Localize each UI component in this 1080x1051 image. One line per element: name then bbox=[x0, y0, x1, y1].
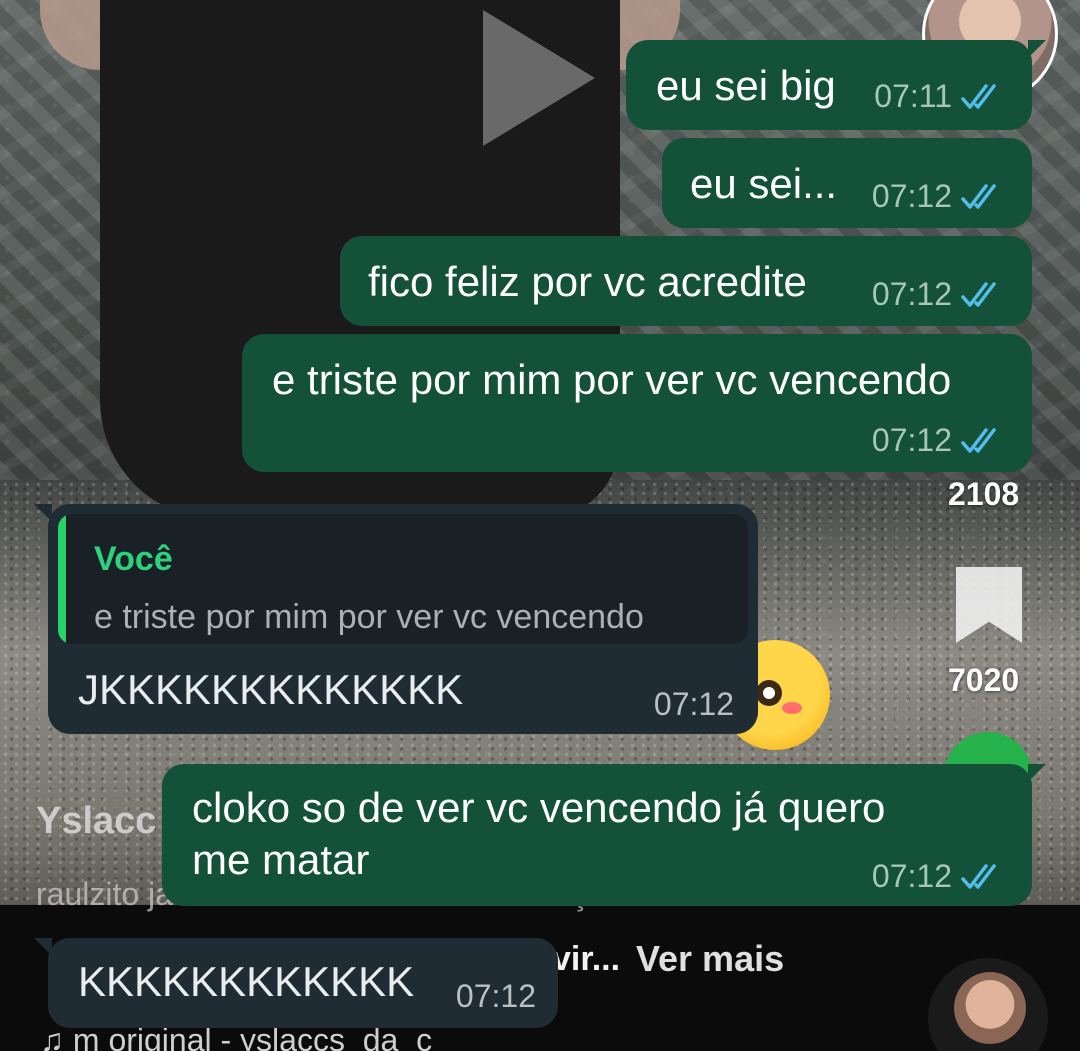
message-meta: 07:12 bbox=[456, 978, 536, 1015]
double-check-icon bbox=[961, 183, 996, 209]
message-time: 07:12 bbox=[871, 178, 952, 214]
message-meta: 07:12 bbox=[872, 276, 1004, 313]
double-check-icon bbox=[961, 83, 996, 109]
message-bubble-outgoing[interactable]: e triste por mim por ver vc vencendo 07:… bbox=[242, 334, 1032, 472]
message-bubble-incoming[interactable]: Você e triste por mim por ver vc vencend… bbox=[34, 504, 758, 734]
video-description-tail: vir... bbox=[552, 940, 621, 978]
message-bubble-outgoing[interactable]: cloko so de ver vc vencendo já quero me … bbox=[162, 764, 1046, 906]
message-time: 07:12 bbox=[653, 686, 734, 722]
message-text: KKKKKKKKKKKK bbox=[78, 958, 415, 1005]
message-bubble-incoming[interactable]: KKKKKKKKKKKK 07:12 bbox=[34, 938, 558, 1028]
message-text-line-2: me matar bbox=[192, 836, 370, 883]
message-text: e triste por mim por ver vc vencendo bbox=[272, 356, 952, 403]
quote-accent-bar bbox=[58, 514, 66, 644]
message-text: eu sei... bbox=[690, 160, 838, 207]
double-check-icon bbox=[961, 427, 996, 453]
message-meta: 07:12 bbox=[654, 686, 734, 723]
quote-text: e triste por mim por ver vc vencendo bbox=[94, 598, 644, 636]
video-username[interactable]: Yslacc bbox=[36, 800, 156, 843]
message-meta: 07:12 bbox=[872, 422, 1004, 459]
message-time: 07:12 bbox=[871, 276, 952, 312]
quote-author: Você bbox=[94, 540, 173, 578]
sound-disc-avatar bbox=[954, 972, 1026, 1044]
message-meta: 07:12 bbox=[872, 178, 1004, 215]
comments-count: 2108 bbox=[948, 476, 1020, 512]
message-bubble-outgoing[interactable]: fico feliz por vc acredite 07:12 bbox=[340, 236, 1032, 326]
message-text-line-1: cloko so de ver vc vencendo já quero bbox=[192, 784, 886, 831]
message-time: 07:12 bbox=[871, 858, 952, 894]
message-time: 07:11 bbox=[874, 78, 952, 114]
bubble-tail bbox=[34, 504, 52, 522]
see-more-link[interactable]: Ver mais bbox=[636, 938, 784, 980]
message-bubble-outgoing[interactable]: eu sei... 07:12 bbox=[662, 138, 1032, 228]
message-time: 07:12 bbox=[455, 978, 536, 1014]
bubble-tail bbox=[1028, 764, 1046, 782]
saves-count: 7020 bbox=[948, 662, 1020, 698]
double-check-icon bbox=[961, 281, 996, 307]
double-check-icon bbox=[961, 863, 996, 889]
quoted-message[interactable]: Você e triste por mim por ver vc vencend… bbox=[58, 514, 748, 644]
message-text: fico feliz por vc acredite bbox=[368, 258, 807, 305]
message-text: eu sei big bbox=[656, 62, 836, 109]
message-meta: 07:11 bbox=[874, 78, 1004, 115]
play-icon[interactable] bbox=[483, 10, 595, 146]
message-text: JKKKKKKKKKKKKK bbox=[78, 666, 464, 713]
message-time: 07:12 bbox=[871, 422, 952, 458]
message-bubble-outgoing[interactable]: eu sei big 07:11 bbox=[626, 40, 1046, 130]
message-meta: 07:12 bbox=[872, 858, 1004, 895]
bubble-tail bbox=[34, 938, 52, 956]
bubble-tail bbox=[1028, 40, 1046, 58]
